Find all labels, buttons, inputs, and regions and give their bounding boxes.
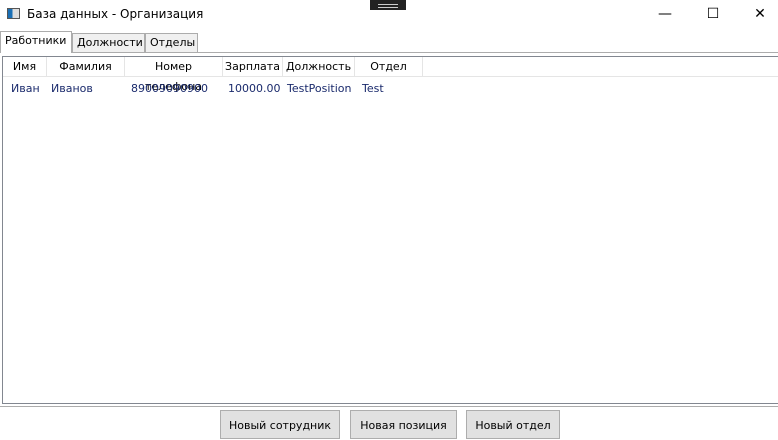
minimize-button[interactable]: — bbox=[642, 0, 688, 30]
maximize-button[interactable]: ☐ bbox=[690, 0, 736, 30]
column-header-name[interactable]: Имя bbox=[3, 57, 47, 77]
new-department-button[interactable]: Новый отдел bbox=[466, 410, 560, 439]
column-header-salary[interactable]: Зарплата bbox=[223, 57, 283, 77]
new-position-button[interactable]: Новая позиция bbox=[350, 410, 457, 439]
tab-departments[interactable]: Отделы bbox=[145, 33, 198, 52]
drag-grip-icon[interactable] bbox=[370, 0, 406, 10]
cell-salary: 10000.00 bbox=[228, 82, 281, 95]
column-header-phone[interactable]: Номер телефона bbox=[125, 57, 223, 93]
app-icon bbox=[7, 8, 20, 19]
window-title: База данных - Организация bbox=[27, 7, 204, 21]
tab-panel: Имя Фамилия Номер телефона Зарплата Долж… bbox=[0, 52, 778, 407]
cell-surname: Иванов bbox=[51, 82, 93, 95]
column-header-position[interactable]: Должность bbox=[283, 57, 355, 77]
tab-positions[interactable]: Должности bbox=[72, 33, 145, 52]
cell-department: Test bbox=[362, 82, 384, 95]
cell-name: Иван bbox=[11, 82, 40, 95]
table-header: Имя Фамилия Номер телефона Зарплата Долж… bbox=[3, 57, 778, 93]
new-employee-button[interactable]: Новый сотрудник bbox=[220, 410, 340, 439]
cell-phone: 89009090900 bbox=[131, 82, 208, 95]
column-header-surname[interactable]: Фамилия bbox=[47, 57, 125, 77]
column-header-department[interactable]: Отдел bbox=[355, 57, 423, 77]
cell-position: TestPosition bbox=[287, 82, 352, 95]
title-bar: База данных - Организация — ☐ ✕ bbox=[0, 0, 778, 30]
tab-employees[interactable]: Работники bbox=[0, 31, 72, 53]
employees-table[interactable]: Имя Фамилия Номер телефона Зарплата Долж… bbox=[2, 56, 778, 404]
table-row[interactable]: Иван Иванов 89009090900 10000.00 TestPos… bbox=[3, 79, 778, 99]
close-button[interactable]: ✕ bbox=[737, 0, 778, 30]
